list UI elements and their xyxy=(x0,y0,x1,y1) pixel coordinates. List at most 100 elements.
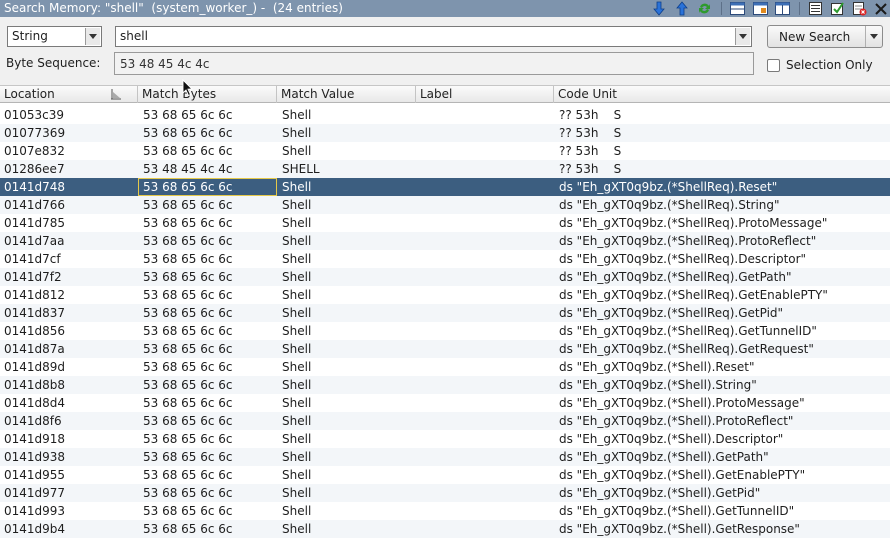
cell-location: 0141d766 xyxy=(4,198,66,212)
table-row[interactable]: 0141d7aa 53 68 65 6c 6c Shell ds "Eh_gXT0q9… xyxy=(0,232,890,250)
table-row[interactable]: 0141d785 53 68 65 6c 6c Shell ds "Eh_gXT0q9… xyxy=(0,214,890,232)
cell-label xyxy=(421,520,551,538)
table-row[interactable]: 0141d8b8 53 68 65 6c 6c Shell ds "Eh_gXT0q9… xyxy=(0,376,890,394)
cell-label xyxy=(421,358,551,376)
cell-location: 0107e832 xyxy=(4,144,65,158)
selection-only-checkbox[interactable] xyxy=(767,59,780,72)
table-row[interactable]: 01286ee7 53 48 45 4c 4c SHELL ?? 53h S xyxy=(0,160,890,178)
cell-code-unit: ?? 53h S xyxy=(559,126,622,140)
cell-match-bytes: 53 68 65 6c 6c xyxy=(143,108,233,122)
table-row[interactable]: 0141d748 53 68 65 6c 6c Shell ds "Eh_gXT0q9… xyxy=(0,178,890,196)
cell-label xyxy=(421,430,551,448)
cell-label xyxy=(421,466,551,484)
cell-location: 0141d7aa xyxy=(4,234,65,248)
table-row[interactable]: 0107e832 53 68 65 6c 6c Shell ?? 53h S xyxy=(0,142,890,160)
table-row[interactable]: 0141d8d4 53 68 65 6c 6c Shell ds "Eh_gXT0q9… xyxy=(0,394,890,412)
format-select[interactable]: String xyxy=(7,26,102,47)
cell-match-bytes: 53 68 65 6c 6c xyxy=(143,360,233,374)
cell-code-unit: ds "Eh_gXT0q9bz.(*ShellReq).ProtoReflect… xyxy=(559,234,817,248)
column-header-code-unit[interactable]: Code Unit xyxy=(554,86,890,103)
column-header-label[interactable]: Label xyxy=(416,86,554,103)
byte-sequence-value: 53 48 45 4c 4c xyxy=(120,57,210,71)
cell-location: 01053c39 xyxy=(4,108,65,122)
cell-location: 0141d856 xyxy=(4,324,66,338)
table-row[interactable]: 0141d766 53 68 65 6c 6c Shell ds "Eh_gXT0q9… xyxy=(0,196,890,214)
cell-match-value: Shell xyxy=(282,324,312,338)
cell-match-bytes: 53 68 65 6c 6c xyxy=(143,450,233,464)
cell-location: 0141d8f6 xyxy=(4,414,62,428)
list-icon[interactable] xyxy=(806,0,824,17)
arrow-down-icon[interactable] xyxy=(650,0,668,17)
table-row[interactable]: 0141d9b4 53 68 65 6c 6c Shell ds "Eh_gXT0q9… xyxy=(0,520,890,538)
cell-code-unit: ds "Eh_gXT0q9bz.(*ShellReq).Descriptor" xyxy=(559,252,807,266)
refresh-icon[interactable] xyxy=(695,0,713,17)
table-row[interactable]: 0141d938 53 68 65 6c 6c Shell ds "Eh_gXT0q9… xyxy=(0,448,890,466)
column-header-location[interactable]: Location xyxy=(0,86,138,103)
sort-icon[interactable] xyxy=(110,88,122,103)
cell-code-unit: ds "Eh_gXT0q9bz.(*ShellReq).GetPath" xyxy=(559,270,792,284)
cell-code-unit: ds "Eh_gXT0q9bz.(*ShellReq).GetEnablePTY… xyxy=(559,288,828,302)
table-row[interactable]: 0141d993 53 68 65 6c 6c Shell ds "Eh_gXT0q9… xyxy=(0,502,890,520)
column-header-match-bytes[interactable]: Match Bytes xyxy=(138,86,277,103)
table-body: 01053c39 53 68 65 6c 6c Shell ?? 53h S 01077… xyxy=(0,106,890,538)
cell-match-value: Shell xyxy=(282,378,312,392)
layout-horizontal-icon[interactable] xyxy=(728,0,746,17)
table-row[interactable]: 0141d87a 53 68 65 6c 6c Shell ds "Eh_gXT0q9… xyxy=(0,340,890,358)
cell-location: 0141d8b8 xyxy=(4,378,66,392)
new-search-button[interactable]: New Search xyxy=(767,25,883,48)
selection-only-label: Selection Only xyxy=(786,58,873,72)
cell-match-bytes: 53 68 65 6c 6c xyxy=(143,216,233,230)
table-row[interactable]: 0141d977 53 68 65 6c 6c Shell ds "Eh_gXT0q9… xyxy=(0,484,890,502)
chevron-down-icon[interactable] xyxy=(735,28,750,45)
table-row[interactable]: 0141d955 53 68 65 6c 6c Shell ds "Eh_gXT0q9… xyxy=(0,466,890,484)
table-row[interactable]: 0141d812 53 68 65 6c 6c Shell ds "Eh_gXT0q9… xyxy=(0,286,890,304)
table-row[interactable]: 0141d7f2 53 68 65 6c 6c Shell ds "Eh_gXT0q9… xyxy=(0,268,890,286)
table-row[interactable]: 0141d837 53 68 65 6c 6c Shell ds "Eh_gXT0q9… xyxy=(0,304,890,322)
chevron-down-icon[interactable] xyxy=(865,26,882,47)
cell-location: 01077369 xyxy=(4,126,66,140)
close-icon[interactable] xyxy=(872,0,890,17)
format-select-value: String xyxy=(12,29,48,43)
cell-match-value: Shell xyxy=(282,234,312,248)
chevron-down-icon[interactable] xyxy=(85,28,100,45)
select-all-icon[interactable] xyxy=(828,0,846,17)
cell-code-unit: ds "Eh_gXT0q9bz.(*ShellReq).Reset" xyxy=(559,180,778,194)
table-row[interactable]: 01053c39 53 68 65 6c 6c Shell ?? 53h S xyxy=(0,106,890,124)
cell-match-bytes: 53 68 65 6c 6c xyxy=(143,396,233,410)
title-bar: Search Memory: "shell" (system_worker_) … xyxy=(0,0,890,17)
cell-match-value: Shell xyxy=(282,288,312,302)
table-row[interactable]: 0141d89d 53 68 65 6c 6c Shell ds "Eh_gXT0q9… xyxy=(0,358,890,376)
cell-label xyxy=(421,322,551,340)
cell-code-unit: ds "Eh_gXT0q9bz.(*Shell).Reset" xyxy=(559,360,755,374)
cell-match-bytes: 53 68 65 6c 6c xyxy=(143,378,233,392)
cell-location: 0141d89d xyxy=(4,360,66,374)
byte-sequence-field: 53 48 45 4c 4c xyxy=(114,52,754,75)
table-row[interactable]: 0141d8f6 53 68 65 6c 6c Shell ds "Eh_gXT0q9… xyxy=(0,412,890,430)
cell-match-value: Shell xyxy=(282,486,312,500)
layout-split-icon[interactable] xyxy=(773,0,791,17)
cell-code-unit: ds "Eh_gXT0q9bz.(*ShellReq).GetTunnelID" xyxy=(559,324,817,338)
cell-code-unit: ds "Eh_gXT0q9bz.(*ShellReq).String" xyxy=(559,198,780,212)
delete-icon[interactable] xyxy=(850,0,868,17)
table-row[interactable]: 0141d856 53 68 65 6c 6c Shell ds "Eh_gXT0q9… xyxy=(0,322,890,340)
cell-match-bytes: 53 68 65 6c 6c xyxy=(143,522,233,536)
table-row[interactable]: 0141d7cf 53 68 65 6c 6c Shell ds "Eh_gXT0q9… xyxy=(0,250,890,268)
arrow-up-icon[interactable] xyxy=(673,0,691,17)
table-row[interactable]: 01077369 53 68 65 6c 6c Shell ?? 53h S xyxy=(0,124,890,142)
cell-match-value: Shell xyxy=(282,198,312,212)
mouse-cursor-icon xyxy=(182,79,194,97)
cell-match-value: Shell xyxy=(282,126,312,140)
results-table: Location Match Bytes Match Value Label C… xyxy=(0,85,890,541)
search-input[interactable]: shell xyxy=(115,26,752,47)
cell-code-unit: ds "Eh_gXT0q9bz.(*Shell).String" xyxy=(559,378,757,392)
layout-nav-icon[interactable] xyxy=(751,0,769,17)
table-row[interactable]: 0141d918 53 68 65 6c 6c Shell ds "Eh_gXT0q9… xyxy=(0,430,890,448)
cell-match-bytes: 53 68 65 6c 6c xyxy=(143,324,233,338)
column-header-match-value[interactable]: Match Value xyxy=(277,86,416,103)
cell-code-unit: ds "Eh_gXT0q9bz.(*Shell).GetResponse" xyxy=(559,522,800,536)
cell-label xyxy=(421,286,551,304)
cell-code-unit: ds "Eh_gXT0q9bz.(*ShellReq).GetPid" xyxy=(559,306,784,320)
cell-code-unit: ds "Eh_gXT0q9bz.(*Shell).Descriptor" xyxy=(559,432,784,446)
cell-location: 0141d785 xyxy=(4,216,66,230)
cell-match-value: Shell xyxy=(282,450,312,464)
